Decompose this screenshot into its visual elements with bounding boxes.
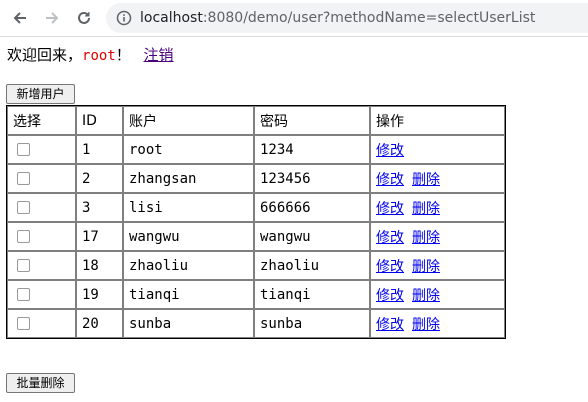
current-username: root xyxy=(82,48,116,64)
id-cell: 19 xyxy=(76,280,123,309)
account-cell: root xyxy=(123,135,254,164)
id-cell: 18 xyxy=(76,251,123,280)
welcome-prefix: 欢迎回来， xyxy=(7,46,83,64)
delete-link[interactable]: 删除 xyxy=(412,172,440,188)
logout-link[interactable]: 注销 xyxy=(144,46,174,64)
url-host: localhost xyxy=(140,10,203,26)
password-cell: sunba xyxy=(254,309,370,338)
edit-link[interactable]: 修改 xyxy=(376,230,404,246)
id-cell: 2 xyxy=(76,164,123,193)
edit-link[interactable]: 修改 xyxy=(376,143,404,159)
row-checkbox[interactable] xyxy=(17,201,30,214)
id-cell: 17 xyxy=(76,222,123,251)
actions-cell: 修改 删除 xyxy=(370,164,505,193)
url-text: localhost:8080/demo/user?methodName=sele… xyxy=(140,9,535,27)
table-row: 2 zhangsan 123456 修改 删除 xyxy=(7,164,505,193)
id-cell: 3 xyxy=(76,193,123,222)
reload-icon[interactable] xyxy=(72,6,96,30)
account-cell: zhaoliu xyxy=(123,251,254,280)
table-row: 20 sunba sunba 修改 删除 xyxy=(7,309,505,338)
actions-cell: 修改 删除 xyxy=(370,222,505,251)
table-header-row: 选择 ID 账户 密码 操作 xyxy=(7,106,505,135)
batch-delete-button[interactable]: 批量删除 xyxy=(6,373,75,393)
actions-cell: 修改 删除 xyxy=(370,193,505,222)
header-select: 选择 xyxy=(7,106,76,135)
delete-link[interactable]: 删除 xyxy=(412,201,440,217)
account-cell: zhangsan xyxy=(123,164,254,193)
actions-cell: 修改 删除 xyxy=(370,251,505,280)
row-checkbox[interactable] xyxy=(17,172,30,185)
header-id: ID xyxy=(76,106,123,135)
user-table: 选择 ID 账户 密码 操作 1 root 1234 修改 2 zhangsan 12345… xyxy=(6,105,506,339)
select-cell xyxy=(7,164,76,193)
header-password: 密码 xyxy=(254,106,370,135)
password-cell: 1234 xyxy=(254,135,370,164)
table-row: 3 lisi 666666 修改 删除 xyxy=(7,193,505,222)
account-cell: wangwu xyxy=(123,222,254,251)
select-cell xyxy=(7,251,76,280)
row-checkbox[interactable] xyxy=(17,317,30,330)
actions-cell: 修改 删除 xyxy=(370,309,505,338)
row-checkbox[interactable] xyxy=(17,259,30,272)
account-cell: tianqi xyxy=(123,280,254,309)
address-bar[interactable]: localhost:8080/demo/user?methodName=sele… xyxy=(106,3,588,33)
password-cell: tianqi xyxy=(254,280,370,309)
delete-link[interactable]: 删除 xyxy=(412,288,440,304)
account-cell: lisi xyxy=(123,193,254,222)
edit-link[interactable]: 修改 xyxy=(376,172,404,188)
password-cell: wangwu xyxy=(254,222,370,251)
table-row: 18 zhaoliu zhaoliu 修改 删除 xyxy=(7,251,505,280)
edit-link[interactable]: 修改 xyxy=(376,288,404,304)
url-path: :8080/demo/user?methodName=selectUserLis… xyxy=(202,10,536,26)
account-cell: sunba xyxy=(123,309,254,338)
add-user-button[interactable]: 新增用户 xyxy=(6,84,75,104)
actions-cell: 修改 删除 xyxy=(370,280,505,309)
welcome-suffix: ！ xyxy=(115,46,131,64)
header-actions: 操作 xyxy=(370,106,505,135)
table-row: 17 wangwu wangwu 修改 删除 xyxy=(7,222,505,251)
row-checkbox[interactable] xyxy=(17,143,30,156)
row-checkbox[interactable] xyxy=(17,288,30,301)
back-arrow-icon[interactable] xyxy=(8,6,32,30)
row-checkbox[interactable] xyxy=(17,230,30,243)
edit-link[interactable]: 修改 xyxy=(376,201,404,217)
table-row: 19 tianqi tianqi 修改 删除 xyxy=(7,280,505,309)
welcome-message: 欢迎回来，root！ 注销 xyxy=(7,45,174,66)
select-cell xyxy=(7,222,76,251)
select-cell xyxy=(7,280,76,309)
delete-link[interactable]: 删除 xyxy=(412,317,440,333)
password-cell: 666666 xyxy=(254,193,370,222)
id-cell: 1 xyxy=(76,135,123,164)
browser-toolbar: localhost:8080/demo/user?methodName=sele… xyxy=(0,0,588,37)
forward-arrow-icon[interactable] xyxy=(40,6,64,30)
password-cell: 123456 xyxy=(254,164,370,193)
actions-cell: 修改 xyxy=(370,135,505,164)
select-cell xyxy=(7,135,76,164)
user-table-body: 1 root 1234 修改 2 zhangsan 123456 修改 删除 3 lisi 66666… xyxy=(7,135,505,338)
password-cell: zhaoliu xyxy=(254,251,370,280)
header-account: 账户 xyxy=(123,106,254,135)
id-cell: 20 xyxy=(76,309,123,338)
delete-link[interactable]: 删除 xyxy=(412,259,440,275)
select-cell xyxy=(7,309,76,338)
select-cell xyxy=(7,193,76,222)
delete-link[interactable]: 删除 xyxy=(412,230,440,246)
info-icon[interactable] xyxy=(116,10,132,26)
edit-link[interactable]: 修改 xyxy=(376,317,404,333)
table-row: 1 root 1234 修改 xyxy=(7,135,505,164)
edit-link[interactable]: 修改 xyxy=(376,259,404,275)
